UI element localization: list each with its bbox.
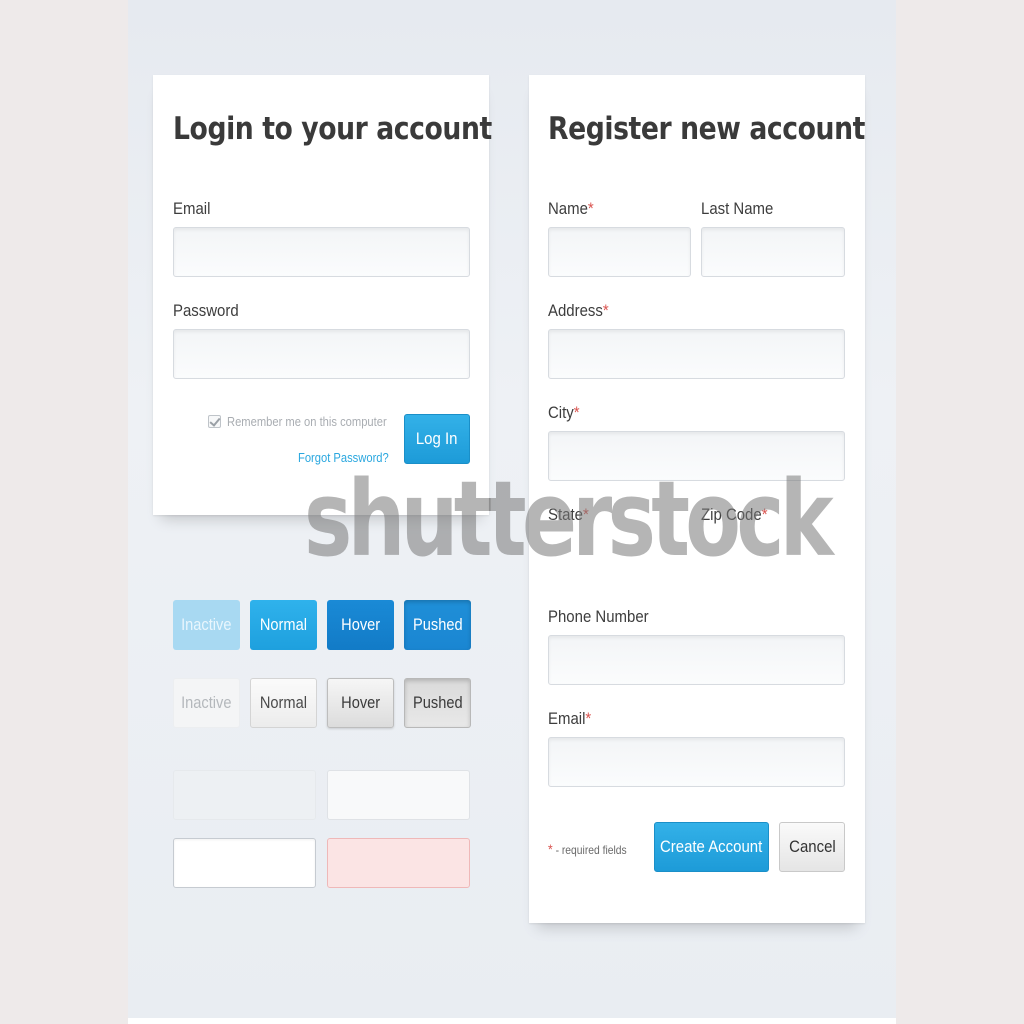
grey-pushed-button[interactable]: Pushed — [404, 678, 471, 728]
city-label: City* — [548, 403, 580, 422]
address-label: Address* — [548, 301, 609, 320]
remember-label: Remember me on this computer — [227, 414, 387, 429]
address-input[interactable] — [548, 329, 845, 379]
input-sample-focused[interactable] — [173, 838, 316, 888]
bottom-strip — [128, 1018, 896, 1024]
register-email-input[interactable] — [548, 737, 845, 787]
login-button[interactable]: Log In — [404, 414, 470, 464]
last-name-label: Last Name — [701, 199, 774, 218]
phone-input[interactable] — [548, 635, 845, 685]
create-account-label: Create Account — [660, 837, 763, 856]
blue-pushed-button[interactable]: Pushed — [404, 600, 471, 650]
login-email-label: Email — [173, 199, 211, 218]
blue-inactive-button: Inactive — [173, 600, 240, 650]
create-account-button[interactable]: Create Account — [654, 822, 769, 872]
cancel-label: Cancel — [788, 837, 836, 856]
login-button-label: Log In — [416, 429, 458, 448]
register-title: Register new account — [548, 111, 865, 147]
phone-label: Phone Number — [548, 607, 649, 626]
name-input[interactable] — [548, 227, 691, 277]
register-email-label: Email* — [548, 709, 592, 728]
input-sample-normal[interactable] — [327, 770, 470, 820]
cancel-button[interactable]: Cancel — [779, 822, 845, 872]
remember-me-row[interactable]: Remember me on this computer — [208, 414, 413, 429]
shutterstock-watermark: shutterstock — [304, 458, 834, 580]
blue-normal-button[interactable]: Normal — [250, 600, 317, 650]
login-password-label: Password — [173, 301, 239, 320]
blue-hover-button[interactable]: Hover — [327, 600, 394, 650]
login-title: Login to your account — [173, 111, 492, 147]
login-password-input[interactable] — [173, 329, 470, 379]
input-sample-error[interactable] — [327, 838, 470, 888]
grey-normal-button[interactable]: Normal — [250, 678, 317, 728]
input-sample-inactive — [173, 770, 316, 820]
last-name-input[interactable] — [701, 227, 845, 277]
name-label: Name* — [548, 199, 594, 218]
remember-checkbox[interactable] — [208, 415, 221, 428]
login-email-input[interactable] — [173, 227, 470, 277]
required-note: * - required fields — [548, 841, 627, 857]
grey-inactive-button: Inactive — [173, 678, 240, 728]
grey-hover-button[interactable]: Hover — [327, 678, 394, 728]
